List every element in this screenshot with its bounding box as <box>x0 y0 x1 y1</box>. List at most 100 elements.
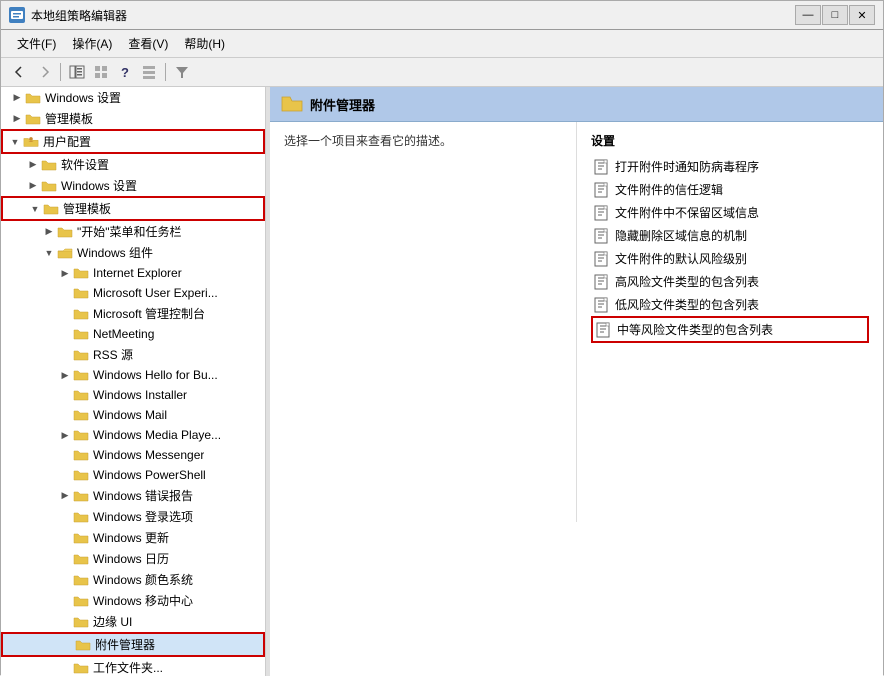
expander-win-hello[interactable]: ▶ <box>57 367 73 383</box>
tree-node-win-hello[interactable]: ▶ Windows Hello for Bu... <box>1 365 265 385</box>
menu-help[interactable]: 帮助(H) <box>176 33 233 54</box>
tree-node-win-settings[interactable]: ▶ Windows 设置 <box>1 175 265 196</box>
settings-item-label-4: 隐藏删除区域信息的机制 <box>615 227 747 244</box>
menu-action[interactable]: 操作(A) <box>64 33 120 54</box>
expander-admin-templates-top[interactable]: ▶ <box>9 111 25 127</box>
folder-icon-win-mobility <box>73 594 89 608</box>
app-window: 本地组策略编辑器 — □ ✕ 文件(F) 操作(A) 查看(V) 帮助(H) <box>0 0 884 675</box>
expander-start-menu[interactable]: ▶ <box>41 224 57 240</box>
tree-node-netmeeting[interactable]: ▶ NetMeeting <box>1 324 265 344</box>
content-panel: 附件管理器 选择一个项目来查看它的描述。 设置 打开附件时通知防病毒程序 <box>270 87 883 676</box>
folder-icon-start-menu <box>57 225 73 239</box>
tree-node-win-settings-top[interactable]: ▶ Windows 设置 <box>1 87 265 108</box>
expander-win-settings-top[interactable]: ▶ <box>9 90 25 106</box>
expander-win-settings[interactable]: ▶ <box>25 178 41 194</box>
tree-node-win-messenger[interactable]: ▶ Windows Messenger <box>1 445 265 465</box>
label-win-logon: Windows 登录选项 <box>93 508 193 525</box>
tree-node-win-calendar[interactable]: ▶ Windows 日历 <box>1 548 265 569</box>
folder-icon-win-update <box>73 531 89 545</box>
tree-node-win-components[interactable]: ▼ Windows 组件 <box>1 242 265 263</box>
folder-icon-rss <box>73 348 89 362</box>
folder-icon-ie <box>73 266 89 280</box>
tree-node-win-logon[interactable]: ▶ Windows 登录选项 <box>1 506 265 527</box>
folder-icon-software-settings <box>41 158 57 172</box>
tree-node-start-menu[interactable]: ▶ "开始"菜单和任务栏 <box>1 221 265 242</box>
settings-item-4[interactable]: 隐藏删除区域信息的机制 <box>591 224 869 247</box>
close-button[interactable]: ✕ <box>849 5 875 25</box>
toolbar-view2[interactable] <box>138 61 160 83</box>
tree-panel[interactable]: ▶ Windows 设置 ▶ 管理模板 ▼ <box>1 87 266 676</box>
menu-file[interactable]: 文件(F) <box>9 33 64 54</box>
tree-node-win-powershell[interactable]: ▶ Windows PowerShell <box>1 465 265 485</box>
tree-node-admin-templates-top[interactable]: ▶ 管理模板 <box>1 108 265 129</box>
expander-user-config[interactable]: ▼ <box>7 134 23 150</box>
tree-node-win-color[interactable]: ▶ Windows 颜色系统 <box>1 569 265 590</box>
folder-icon-win-settings-top <box>25 91 41 105</box>
tree-node-attachment-mgr[interactable]: ▶ 附件管理器 <box>1 632 265 657</box>
folder-icon-win-messenger <box>73 448 89 462</box>
label-admin-templates-top: 管理模板 <box>45 110 93 127</box>
tree-node-ms-mgmt[interactable]: ▶ Microsoft 管理控制台 <box>1 303 265 324</box>
settings-item-7[interactable]: 低风险文件类型的包含列表 <box>591 293 869 316</box>
tree-node-software-settings[interactable]: ▶ 软件设置 <box>1 154 265 175</box>
tree-node-ie[interactable]: ▶ Internet Explorer <box>1 263 265 283</box>
label-win-hello: Windows Hello for Bu... <box>93 368 218 382</box>
settings-item-label-2: 文件附件的信任逻辑 <box>615 181 723 198</box>
toolbar-forward[interactable] <box>33 61 55 83</box>
tree-node-win-error[interactable]: ▶ Windows 错误报告 <box>1 485 265 506</box>
folder-icon-ms-user-exp <box>73 286 89 300</box>
settings-item-label-3: 文件附件中不保留区域信息 <box>615 204 759 221</box>
expander-software-settings[interactable]: ▶ <box>25 157 41 173</box>
expander-win-media[interactable]: ▶ <box>57 427 73 443</box>
tree-node-win-installer[interactable]: ▶ Windows Installer <box>1 385 265 405</box>
tree-node-work-folder[interactable]: ▶ 工作文件夹... <box>1 657 265 676</box>
tree-node-ms-user-exp[interactable]: ▶ Microsoft User Experi... <box>1 283 265 303</box>
expander-admin-templates[interactable]: ▼ <box>27 201 43 217</box>
tree-node-admin-templates[interactable]: ▼ 管理模板 <box>1 196 265 221</box>
tree-node-sidebar-ui[interactable]: ▶ 边缘 UI <box>1 611 265 632</box>
toolbar-show-hide[interactable] <box>66 61 88 83</box>
tree-node-win-update[interactable]: ▶ Windows 更新 <box>1 527 265 548</box>
label-software-settings: 软件设置 <box>61 156 109 173</box>
settings-item-1[interactable]: 打开附件时通知防病毒程序 <box>591 155 869 178</box>
settings-item-5[interactable]: 文件附件的默认风险级别 <box>591 247 869 270</box>
settings-item-icon-3 <box>593 205 609 221</box>
settings-item-2[interactable]: 文件附件的信任逻辑 <box>591 178 869 201</box>
tree-node-win-media[interactable]: ▶ Windows Media Playe... <box>1 425 265 445</box>
menu-view[interactable]: 查看(V) <box>120 33 176 54</box>
tree-node-win-mobility[interactable]: ▶ Windows 移动中心 <box>1 590 265 611</box>
toolbar-back[interactable] <box>9 61 31 83</box>
settings-item-3[interactable]: 文件附件中不保留区域信息 <box>591 201 869 224</box>
label-ie: Internet Explorer <box>93 266 182 280</box>
toolbar-filter[interactable] <box>171 61 193 83</box>
label-win-update: Windows 更新 <box>93 529 169 546</box>
content-header-icon <box>280 93 304 115</box>
toolbar-help[interactable]: ? <box>114 61 136 83</box>
settings-item-label-7: 低风险文件类型的包含列表 <box>615 296 759 313</box>
tree-node-win-mail[interactable]: ▶ Windows Mail <box>1 405 265 425</box>
folder-icon-win-error <box>73 489 89 503</box>
toolbar-view1[interactable] <box>90 61 112 83</box>
folder-icon-win-logon <box>73 510 89 524</box>
label-attachment-mgr: 附件管理器 <box>95 636 155 653</box>
minimize-button[interactable]: — <box>795 5 821 25</box>
folder-icon-ms-mgmt <box>73 307 89 321</box>
folder-icon-win-mail <box>73 408 89 422</box>
settings-item-8[interactable]: 中等风险文件类型的包含列表 <box>591 316 869 343</box>
expander-win-components[interactable]: ▼ <box>41 245 57 261</box>
maximize-button[interactable]: □ <box>822 5 848 25</box>
settings-item-icon-1 <box>593 159 609 175</box>
label-rss: RSS 源 <box>93 346 133 363</box>
settings-item-icon-8 <box>595 322 611 338</box>
settings-title: 设置 <box>591 132 869 149</box>
toolbar: ? <box>1 58 883 87</box>
content-header: 附件管理器 <box>270 87 883 122</box>
tree-node-user-config[interactable]: ▼ 用户配置 <box>1 129 265 154</box>
settings-item-6[interactable]: 高风险文件类型的包含列表 <box>591 270 869 293</box>
expander-win-error[interactable]: ▶ <box>57 488 73 504</box>
label-sidebar-ui: 边缘 UI <box>93 613 132 630</box>
expander-ie[interactable]: ▶ <box>57 265 73 281</box>
tree-node-rss[interactable]: ▶ RSS 源 <box>1 344 265 365</box>
label-start-menu: "开始"菜单和任务栏 <box>77 223 182 240</box>
folder-icon-win-media <box>73 428 89 442</box>
